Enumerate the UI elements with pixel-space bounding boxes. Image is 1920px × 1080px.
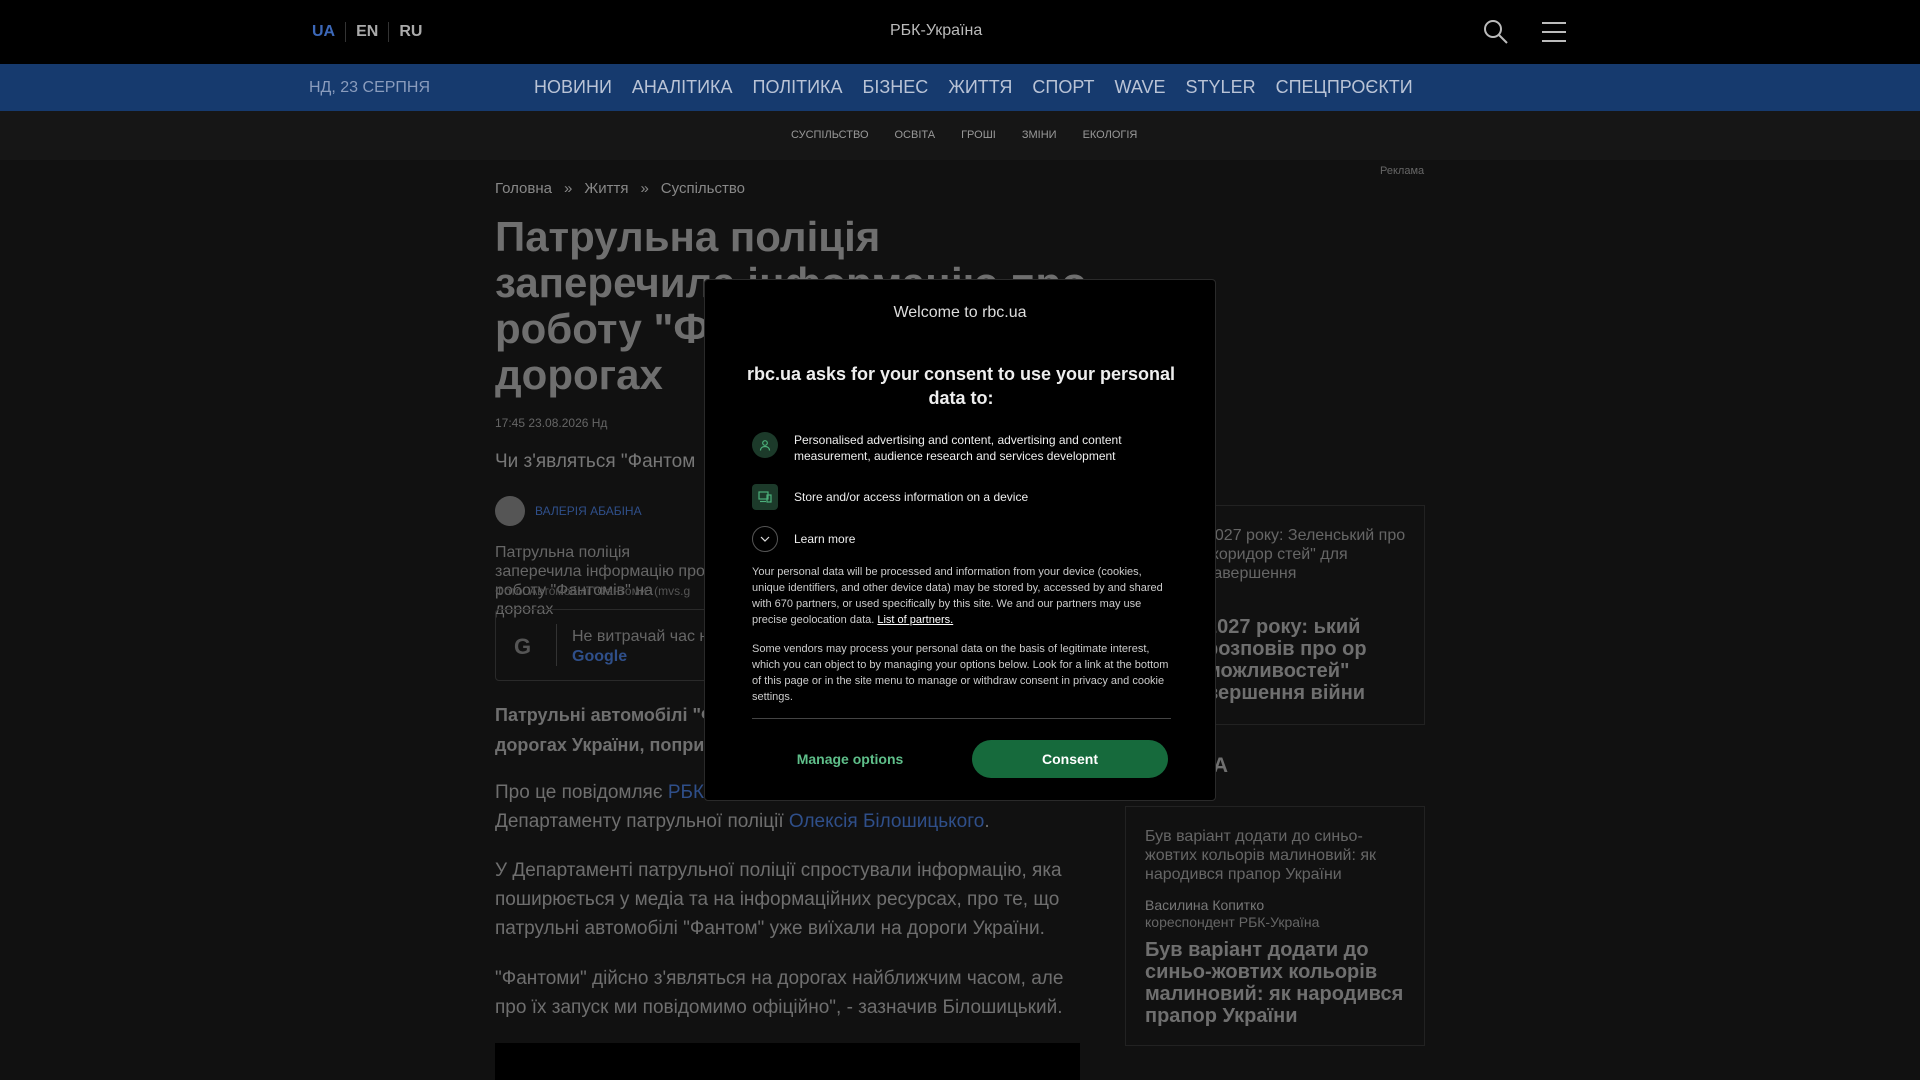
divider bbox=[752, 718, 1171, 719]
paragraph-text: Департаменту патрульної поліції bbox=[495, 811, 789, 832]
paragraph-text: Про це повідомляє bbox=[495, 782, 668, 803]
person-link[interactable]: Олексія Білошицького bbox=[789, 811, 984, 832]
lang-ua[interactable]: UA bbox=[312, 22, 345, 42]
nav-item-analytics[interactable]: АНАЛІТИКА bbox=[632, 77, 733, 98]
subnav-item-money[interactable]: ГРОШІ bbox=[961, 129, 996, 141]
nav-date: НД, 23 СЕРПНЯ bbox=[309, 79, 431, 96]
sub-nav: СУСПІЛЬСТВО ОСВІТА ГРОШІ ЗМІНИ ЕКОЛОГІЯ bbox=[0, 111, 1920, 160]
nav-item-life[interactable]: ЖИТТЯ bbox=[948, 77, 1012, 98]
image-caption: Фото: Автомобілі "Фантоми" (mvs.g bbox=[495, 584, 691, 598]
author-block: ВАЛЕРІЯ АБАБІНА bbox=[495, 496, 642, 526]
lang-en[interactable]: EN bbox=[345, 22, 388, 42]
article-paragraph: "Фантоми" дійсно з'являться на дорогах н… bbox=[495, 968, 1064, 1018]
breadcrumb-society[interactable]: Суспільство bbox=[661, 180, 745, 197]
breadcrumb: Головна » Життя » Суспільство bbox=[495, 180, 745, 197]
consent-purpose: Store and/or access information on a dev… bbox=[752, 484, 1164, 510]
consent-purpose-text: Personalised advertising and content, ad… bbox=[794, 433, 1122, 463]
card-author-role: кореспондент РБК-Україна bbox=[1145, 914, 1320, 930]
google-link[interactable]: Google bbox=[572, 648, 627, 666]
card-author: Василина Копитко bbox=[1145, 897, 1265, 913]
language-switcher: UA EN RU bbox=[312, 22, 432, 42]
device-icon bbox=[752, 484, 778, 510]
consent-title: rbc.ua asks for your consent to use your… bbox=[746, 364, 1176, 408]
divider bbox=[556, 624, 557, 666]
subnav-item-changes[interactable]: ЗМІНИ bbox=[1022, 129, 1057, 141]
breadcrumb-life[interactable]: Життя bbox=[584, 180, 628, 197]
sidebar-analytics-card[interactable]: Був варіант додати до синьо-жовтих кольо… bbox=[1125, 806, 1425, 1046]
menu-icon[interactable] bbox=[1540, 20, 1568, 44]
consent-purpose-text: Store and/or access information on a dev… bbox=[794, 490, 1029, 504]
article-bold-paragraph: Патрульні автомобілі "Ф дорогах України,… bbox=[495, 705, 717, 755]
google-icon: G bbox=[514, 634, 532, 659]
search-icon[interactable] bbox=[1482, 18, 1510, 46]
nav-item-wave[interactable]: WAVE bbox=[1115, 77, 1166, 98]
author-name[interactable]: ВАЛЕРІЯ АБАБІНА bbox=[535, 504, 642, 518]
card-title[interactable]: Був варіант додати до синьо-жовтих кольо… bbox=[1145, 939, 1415, 1027]
nav-item-politics[interactable]: ПОЛІТИКА bbox=[753, 77, 843, 98]
nav-item-business[interactable]: БІЗНЕС bbox=[863, 77, 929, 98]
consent-info-text: Your personal data will be processed and… bbox=[752, 564, 1172, 628]
partners-link[interactable]: List of partners. bbox=[877, 614, 953, 626]
article-paragraph: У Департаменті патрульної поліції спрост… bbox=[495, 860, 1062, 939]
avatar bbox=[495, 496, 525, 526]
subnav-item-education[interactable]: ОСВІТА bbox=[895, 129, 936, 141]
card-title[interactable]: 2027 року: ький розповів про ор можливос… bbox=[1206, 616, 1406, 704]
nav-item-specprojects[interactable]: СПЕЦПРОЄКТИ bbox=[1276, 77, 1413, 98]
top-bar: UA EN RU РБК-Україна bbox=[0, 0, 1920, 64]
consent-logo: Welcome to rbc.ua bbox=[893, 304, 1027, 321]
video-player[interactable] bbox=[495, 1043, 1080, 1080]
paragraph-text: . bbox=[984, 811, 990, 832]
nav-item-styler[interactable]: STYLER bbox=[1186, 77, 1256, 98]
breadcrumb-separator: » bbox=[564, 180, 573, 197]
breadcrumb-separator: » bbox=[640, 180, 649, 197]
lang-ru[interactable]: RU bbox=[388, 22, 432, 42]
nav-item-news[interactable]: НОВИНИ bbox=[534, 77, 612, 98]
consent-vendors-text: Some vendors may process your personal d… bbox=[752, 643, 1169, 703]
consent-button[interactable]: Consent bbox=[972, 740, 1168, 778]
article-image: Патрульна поліція заперечила інформацію … bbox=[495, 544, 705, 618]
card-image: Був варіант додати до синьо-жовтих кольо… bbox=[1145, 828, 1376, 883]
ad-label: Реклама bbox=[1380, 165, 1425, 177]
google-banner-text: Не витрачай час н bbox=[572, 628, 709, 645]
learn-more-toggle[interactable]: Learn more bbox=[752, 526, 1164, 552]
rbc-link[interactable]: РБК bbox=[668, 782, 704, 803]
consent-purpose: Personalised advertising and content, ad… bbox=[752, 432, 1164, 464]
site-logo[interactable]: РБК-Україна bbox=[890, 22, 982, 40]
breadcrumb-home[interactable]: Головна bbox=[495, 180, 552, 197]
article-lead: Чи з'являться "Фантом bbox=[495, 451, 696, 472]
google-news-banner[interactable]: G Не витрачай час н Google bbox=[495, 609, 725, 681]
consent-text: Your personal data will be processed and… bbox=[752, 566, 1163, 626]
card-image: 2027 року: Зеленський про "коридор стей"… bbox=[1206, 527, 1406, 582]
subnav-item-society[interactable]: СУСПІЛЬСТВО bbox=[791, 129, 869, 141]
person-icon bbox=[752, 432, 778, 458]
consent-dialog: Welcome to rbc.ua rbc.ua asks for your c… bbox=[704, 279, 1216, 801]
nav-item-sport[interactable]: СПОРТ bbox=[1032, 77, 1094, 98]
learn-more-label[interactable]: Learn more bbox=[794, 526, 1164, 552]
article-meta: 17:45 23.08.2026 Нд bbox=[495, 416, 608, 430]
manage-options-button[interactable]: Manage options bbox=[752, 740, 948, 778]
chevron-down-icon[interactable] bbox=[752, 526, 778, 552]
subnav-item-ecology[interactable]: ЕКОЛОГІЯ bbox=[1083, 129, 1138, 141]
main-nav: НД, 23 СЕРПНЯ НОВИНИ АНАЛІТИКА ПОЛІТИКА … bbox=[0, 64, 1920, 111]
